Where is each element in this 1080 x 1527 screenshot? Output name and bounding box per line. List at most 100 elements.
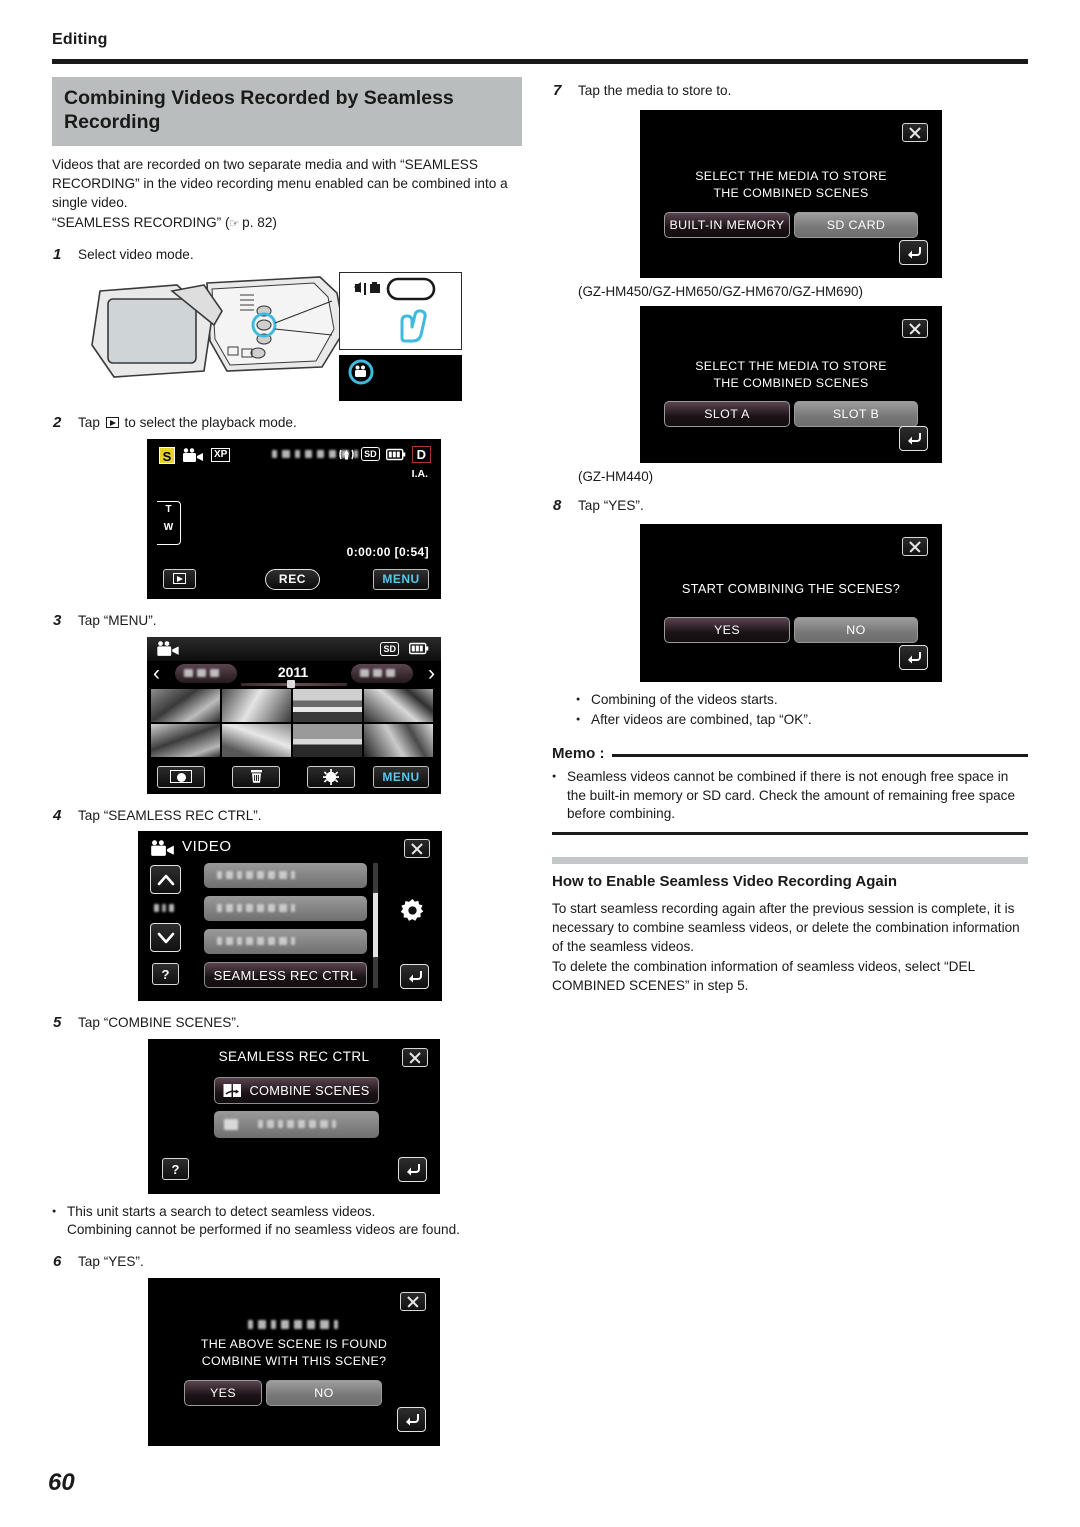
- redacted-disabled-icon: [224, 1119, 238, 1131]
- year-label: 2011: [277, 663, 309, 680]
- scrollbar-thumb[interactable]: [373, 893, 378, 958]
- step-1: 1 Select video mode.: [52, 246, 530, 265]
- redacted-date-left: [184, 668, 219, 677]
- back-button[interactable]: [899, 425, 928, 451]
- index-bottom-bar: MENU: [147, 765, 441, 790]
- yes-button[interactable]: YES: [184, 1379, 262, 1406]
- date-chip-right[interactable]: [351, 663, 413, 683]
- back-button[interactable]: [400, 964, 429, 990]
- recording-screen: S XP SD D I.A. T W 0:00:00 [0:54] REC ME…: [147, 438, 441, 599]
- thumbnail[interactable]: [364, 723, 433, 757]
- menu-button[interactable]: MENU: [373, 765, 429, 788]
- back-button[interactable]: [899, 239, 928, 265]
- timeline-handle[interactable]: [287, 679, 295, 688]
- timecode-value: 0:00:00: [346, 544, 391, 559]
- menu-row[interactable]: [204, 863, 367, 889]
- redacted-menu-label: [217, 871, 295, 880]
- thumbnail[interactable]: [364, 688, 433, 722]
- close-icon[interactable]: [902, 122, 928, 142]
- close-icon[interactable]: [404, 839, 430, 859]
- effects-button[interactable]: [307, 765, 355, 788]
- settings-button[interactable]: [397, 895, 428, 925]
- menu-item-seamless-rec-ctrl[interactable]: SEAMLESS REC CTRL: [204, 962, 367, 989]
- next-date-button[interactable]: ›: [428, 663, 435, 684]
- record-mode-button[interactable]: [157, 765, 205, 788]
- mode-switch-graphic: [354, 277, 436, 343]
- intro-paragraph: Videos that are recorded on two separate…: [52, 156, 508, 211]
- playback-mode-button[interactable]: [163, 568, 196, 589]
- select-media-a-line2: THE COMBINED SCENES: [713, 185, 869, 200]
- built-in-memory-button[interactable]: BUILT-IN MEMORY: [664, 211, 790, 238]
- scroll-down-button[interactable]: [150, 923, 181, 953]
- confirm-start-screen: START COMBINING THE SCENES? YES NO: [640, 523, 942, 682]
- close-icon[interactable]: [400, 1291, 426, 1311]
- thumbnail[interactable]: [222, 723, 291, 757]
- step-2-text-before: Tap: [78, 415, 100, 431]
- menu-item-disabled[interactable]: [214, 1111, 379, 1139]
- no-button[interactable]: NO: [266, 1379, 382, 1406]
- d-mode-icon: D: [411, 445, 431, 463]
- delete-button[interactable]: [232, 765, 280, 788]
- note-item: After videos are combined, tap “OK”.: [576, 711, 1028, 729]
- step-1-text: Select video mode.: [78, 247, 194, 263]
- help-button[interactable]: ?: [152, 963, 179, 986]
- back-button[interactable]: [397, 1406, 426, 1432]
- confirm-found-screen: THE ABOVE SCENE IS FOUND COMBINE WITH TH…: [148, 1277, 440, 1446]
- slot-b-button[interactable]: SLOT B: [794, 400, 918, 427]
- menu-item-combine-scenes[interactable]: COMBINE SCENES: [214, 1077, 379, 1105]
- sun-burst-icon: [323, 768, 339, 785]
- thumbnail[interactable]: [151, 688, 220, 722]
- index-screen: SD ‹ › 2011 MENU: [147, 636, 441, 794]
- back-button[interactable]: [398, 1157, 427, 1183]
- gear-icon: [400, 898, 424, 921]
- model-caption-a: (GZ-HM450/GZ-HM650/GZ-HM670/GZ-HM690): [578, 283, 863, 299]
- intelligent-auto-label: I.A.: [411, 467, 428, 480]
- thumbnail-grid: [151, 688, 437, 757]
- step-8: 8 Tap “YES”.: [552, 497, 1028, 516]
- seamless-rec-ctrl-screen: SEAMLESS REC CTRL COMBINE SCENES ?: [148, 1039, 440, 1195]
- section-header: Editing: [52, 31, 108, 48]
- menu-row[interactable]: [204, 929, 367, 955]
- video-menu-screen: VIDEO ? SEAMLESS REC CTRL: [138, 831, 442, 1002]
- sd-card-button[interactable]: SD CARD: [794, 211, 918, 238]
- index-top-bar: SD: [147, 636, 441, 661]
- thumbnail[interactable]: [293, 723, 362, 757]
- thumbnail[interactable]: [222, 688, 291, 722]
- step-3-number: 3: [53, 611, 62, 629]
- zoom-control[interactable]: T W: [157, 500, 181, 545]
- step-2-text-after: to select the playback mode.: [124, 415, 297, 431]
- help-button[interactable]: ?: [162, 1158, 189, 1181]
- step-4: 4 Tap “SEAMLESS REC CTRL”.: [52, 807, 530, 826]
- no-button[interactable]: NO: [794, 616, 918, 643]
- back-button[interactable]: [899, 644, 928, 670]
- yes-button[interactable]: YES: [664, 616, 790, 643]
- prev-date-button[interactable]: ‹: [153, 663, 160, 684]
- step-6-text: Tap “YES”.: [78, 1253, 144, 1269]
- down-chevron-icon: [157, 932, 174, 944]
- menu-row[interactable]: [204, 896, 367, 922]
- rec-button[interactable]: REC: [265, 568, 320, 590]
- bullet-dot: [576, 711, 591, 729]
- close-icon[interactable]: [902, 318, 928, 338]
- bullet-dot: [52, 1203, 67, 1240]
- scroll-up-button[interactable]: [150, 865, 181, 895]
- close-icon[interactable]: [402, 1048, 428, 1068]
- sd-icon: SD: [361, 447, 380, 462]
- memo-header: Memo :: [552, 745, 1028, 762]
- note-text: Combining of the videos starts.: [591, 691, 778, 707]
- confirm-found-line2: COMBINE WITH THIS SCENE?: [201, 1353, 387, 1368]
- date-chip-left[interactable]: [175, 663, 237, 683]
- mode-indicator-lcd: [339, 355, 462, 402]
- thumbnail[interactable]: [151, 723, 220, 757]
- left-column: Combining Videos Recorded by Seamless Re…: [52, 77, 530, 1446]
- menu-button[interactable]: MENU: [373, 568, 429, 590]
- select-media-screen-b: SELECT THE MEDIA TO STORE THE COMBINED S…: [640, 305, 942, 463]
- thumbnail[interactable]: [293, 688, 362, 722]
- note-item: Combining of the videos starts.: [576, 691, 1028, 709]
- slot-a-button[interactable]: SLOT A: [664, 400, 790, 427]
- scrollbar-track[interactable]: [373, 863, 378, 989]
- step-5-number: 5: [53, 1014, 62, 1032]
- close-icon[interactable]: [902, 536, 928, 556]
- redacted-menu-label: [217, 937, 295, 946]
- subsection-heading: How to Enable Seamless Video Recording A…: [552, 872, 898, 890]
